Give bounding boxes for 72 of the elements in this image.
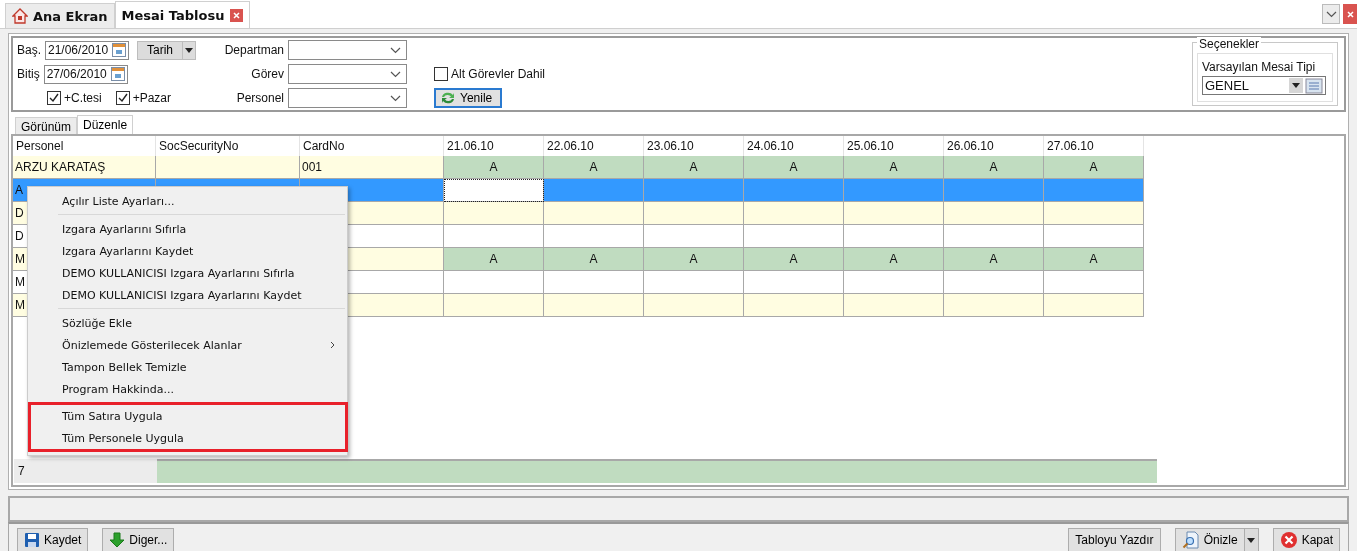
table-cell: A — [744, 156, 844, 179]
tab[interactable]: Mesai Tablosu — [114, 1, 250, 28]
checkbox[interactable] — [115, 91, 130, 105]
checkbox-label: Alt Görevler Dahil — [451, 67, 546, 81]
close-icon — [1346, 10, 1354, 18]
caret-icon[interactable] — [1292, 83, 1300, 88]
field-label: Baş. — [17, 43, 41, 57]
chevron-down-icon[interactable] — [390, 70, 401, 78]
field-label: Departman — [223, 43, 284, 57]
date-field[interactable]: 27/06/2010 — [43, 64, 128, 84]
table-cell: A — [944, 156, 1044, 179]
table-cell: A — [944, 248, 1044, 271]
calendar-icon[interactable] — [109, 66, 126, 82]
table-cell: A — [1044, 156, 1144, 179]
table-cell: A — [844, 248, 944, 271]
table-cell: A — [644, 248, 744, 271]
checkbox-label: +Pazar — [132, 91, 172, 105]
table-cell: A — [844, 156, 944, 179]
combo-field[interactable] — [288, 64, 407, 84]
action-button[interactable]: Diger... — [102, 528, 175, 551]
checkbox[interactable] — [47, 91, 61, 105]
action-button[interactable]: Tabloyu Yazdır — [1068, 528, 1161, 551]
chevron-down-icon[interactable] — [390, 46, 401, 54]
caret-icon[interactable] — [1247, 537, 1256, 543]
field-label: Görev — [250, 67, 284, 81]
tab[interactable]: Ana Ekran — [5, 3, 115, 28]
close-icon — [1279, 531, 1298, 549]
arrow-down-icon — [109, 532, 126, 548]
refresh-icon — [440, 91, 456, 105]
table-cell: 001 — [300, 156, 444, 179]
table-cell: A — [644, 156, 744, 179]
menu-item[interactable]: Tüm Satıra Uygula — [31, 405, 345, 427]
field-label: Personel — [235, 91, 284, 105]
menu-item[interactable]: Program Hakkinda... — [28, 378, 347, 400]
combo-field[interactable]: GENEL — [1202, 76, 1326, 95]
menu-item[interactable]: Önizlemede Gösterilecek Alanlar — [28, 334, 347, 356]
checkbox-label: +C.tesi — [64, 91, 102, 105]
menu-item[interactable]: Tüm Personele Uygula — [31, 427, 345, 449]
combo-field[interactable] — [288, 40, 407, 60]
table-cell: A — [1044, 248, 1144, 271]
caret-icon[interactable] — [185, 47, 193, 53]
close-icon[interactable] — [229, 8, 243, 22]
chevron-right-icon — [330, 341, 335, 349]
field-label: Bitiş — [17, 67, 40, 81]
close-button[interactable] — [1343, 4, 1357, 24]
action-button[interactable]: Kaydet — [17, 528, 89, 551]
magnifier-page-icon — [1181, 531, 1200, 549]
checkbox[interactable] — [434, 67, 448, 81]
date-mode-button[interactable]: Tarih — [137, 40, 183, 60]
house-icon — [12, 8, 28, 24]
group-title: Seçenekler — [1197, 37, 1262, 51]
dropdown-button[interactable] — [183, 40, 196, 60]
calendar-icon[interactable] — [111, 42, 127, 58]
table-cell: A — [544, 156, 644, 179]
action-button[interactable]: Önizle — [1174, 528, 1245, 551]
table-cell: A — [544, 248, 644, 271]
combo-field[interactable] — [288, 88, 407, 108]
date-field[interactable]: 21/06/2010 — [45, 40, 129, 60]
table-cell: ARZU KARATAŞ — [13, 156, 156, 179]
tab[interactable]: Görünüm — [15, 117, 78, 134]
chevron-down-icon[interactable] — [390, 94, 401, 102]
tab-list-button[interactable] — [1322, 4, 1340, 24]
table-cell: A — [744, 248, 844, 271]
row-count: 7 — [14, 459, 157, 483]
refresh-button[interactable]: Yenile — [434, 88, 502, 108]
menu-item[interactable]: Tampon Bellek Temizle — [28, 356, 347, 378]
table-cell: A — [444, 156, 544, 179]
action-button[interactable]: Kapat — [1272, 528, 1340, 551]
field-label: Varsayılan Mesai Tipi — [1202, 60, 1317, 74]
table-cell: A — [444, 248, 544, 271]
tab[interactable]: Düzenle — [77, 115, 134, 134]
chevron-down-icon[interactable] — [1325, 10, 1337, 18]
